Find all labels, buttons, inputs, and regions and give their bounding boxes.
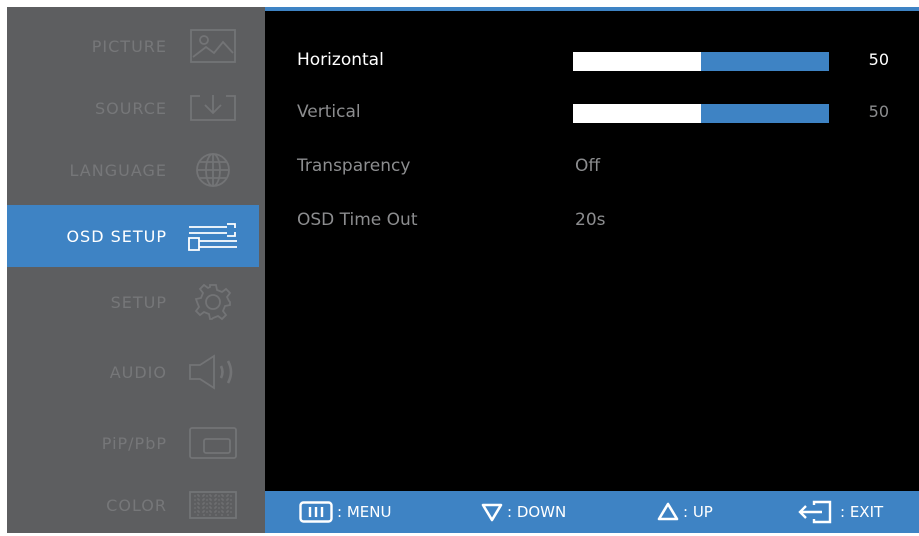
sidebar-item-label: SOURCE: [94, 98, 167, 118]
setting-osd-time-out[interactable]: OSD Time Out 20s: [265, 205, 919, 235]
horizontal-slider[interactable]: [573, 52, 829, 71]
sidebar-item-source[interactable]: SOURCE: [7, 77, 259, 139]
sidebar-item-audio[interactable]: AUDIO: [7, 341, 259, 403]
gear-icon: [187, 283, 239, 321]
hint-label: : UP: [683, 503, 713, 521]
setting-label: Vertical: [297, 102, 361, 122]
setting-value: 20s: [575, 210, 606, 230]
sidebar: PICTURE SOURCE LANGUAGE OSD SETUP SETUP: [7, 7, 259, 533]
setting-label: Transparency: [297, 156, 411, 176]
settings-panel: Horizontal 50 Vertical 50 Transparency O…: [265, 7, 919, 533]
setting-transparency[interactable]: Transparency Off: [265, 151, 919, 181]
hint-label: : EXIT: [840, 503, 884, 521]
setting-label: OSD Time Out: [297, 210, 418, 230]
sidebar-item-label: PICTURE: [91, 36, 167, 56]
hint-exit: : EXIT: [796, 491, 883, 533]
up-arrow-icon: [657, 502, 679, 522]
exit-icon: [796, 500, 836, 524]
sidebar-item-osd-setup[interactable]: OSD SETUP: [7, 205, 259, 267]
slider-fill: [573, 104, 701, 123]
down-arrow-icon: [481, 502, 503, 522]
speaker-icon: [187, 354, 239, 390]
key-hint-bar: : MENU : DOWN : UP : EXIT: [265, 491, 919, 533]
vertical-slider[interactable]: [573, 104, 829, 123]
setting-label: Horizontal: [297, 50, 384, 70]
hint-down: : DOWN: [481, 491, 566, 533]
picture-icon: [187, 29, 239, 63]
menu-key-icon: [299, 501, 333, 523]
hint-up: : UP: [657, 491, 713, 533]
sidebar-item-language[interactable]: LANGUAGE: [7, 139, 259, 201]
pip-icon: [187, 426, 239, 460]
hint-menu: : MENU: [299, 491, 391, 533]
sidebar-item-label: PiP/PbP: [101, 433, 167, 453]
sidebar-item-label: SETUP: [110, 292, 167, 312]
osd-setup-icon: [187, 219, 239, 253]
sidebar-item-label: LANGUAGE: [69, 160, 167, 180]
sidebar-item-picture[interactable]: PICTURE: [7, 15, 259, 77]
globe-icon: [187, 153, 239, 187]
slider-fill: [573, 52, 701, 71]
setting-value: 50: [868, 102, 889, 121]
sidebar-item-label: OSD SETUP: [66, 226, 167, 246]
sidebar-item-label: AUDIO: [109, 362, 167, 382]
setting-vertical[interactable]: Vertical 50: [265, 97, 919, 127]
source-icon: [187, 91, 239, 125]
osd-window: PICTURE SOURCE LANGUAGE OSD SETUP SETUP: [7, 7, 919, 533]
setting-horizontal[interactable]: Horizontal 50: [265, 45, 919, 75]
setting-value: 50: [868, 50, 889, 69]
setting-value: Off: [575, 156, 601, 176]
hint-label: : MENU: [337, 503, 392, 521]
color-icon: [187, 488, 239, 522]
sidebar-item-pip[interactable]: PiP/PbP: [7, 412, 259, 474]
sidebar-item-label: COLOR: [106, 495, 167, 515]
sidebar-item-color[interactable]: COLOR: [7, 474, 259, 536]
sidebar-item-setup[interactable]: SETUP: [7, 271, 259, 333]
hint-label: : DOWN: [507, 503, 567, 521]
